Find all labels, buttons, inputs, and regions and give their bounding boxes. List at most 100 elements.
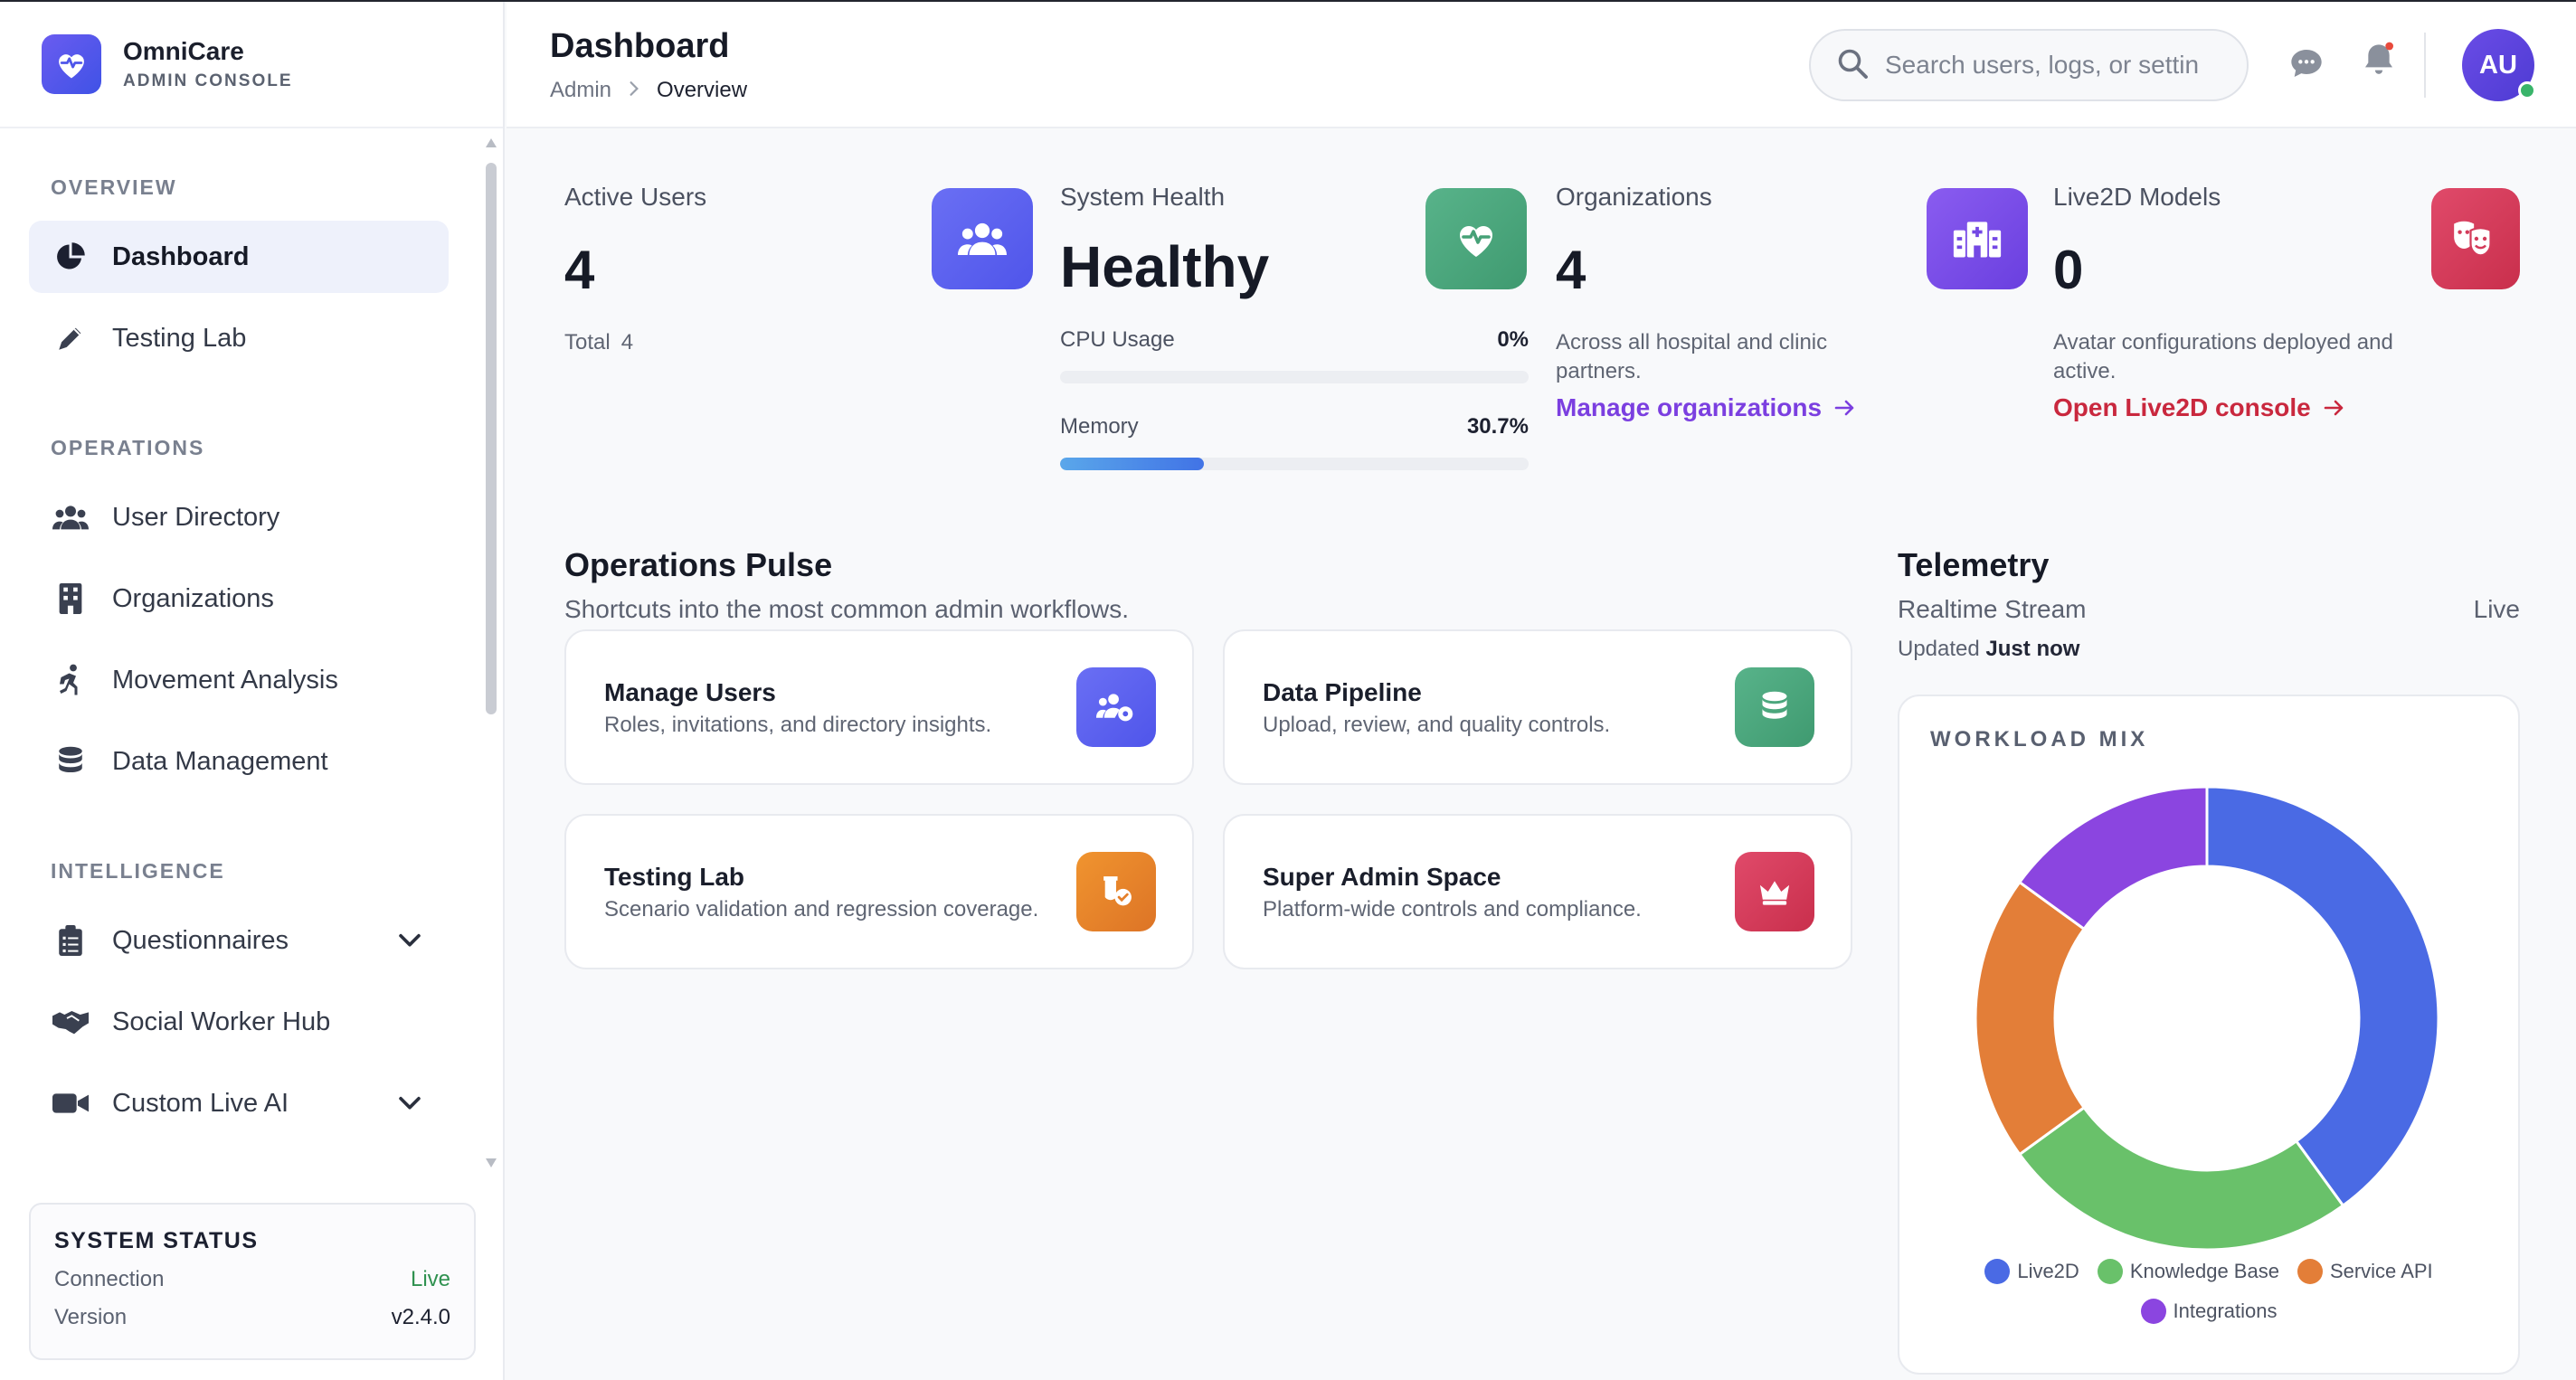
workload-mix-card: WORKLOAD MIX Live2D Knowledge Base Service… [1898,695,2520,1375]
status-connection-row: Connection Live [54,1267,450,1292]
users-icon [932,188,1033,289]
sidebar-item-label: Data Management [112,746,328,776]
sidebar-item-custom-live-ai[interactable]: Custom Live AI [29,1067,449,1139]
legend-item[interactable]: Live2D [1984,1259,2079,1284]
users-gear-icon [1076,667,1156,747]
scroll-up-arrow-icon[interactable] [485,137,497,148]
breadcrumb-admin[interactable]: Admin [550,78,611,103]
brand-name: OmniCare [123,37,244,65]
connection-value: Live [410,1267,450,1291]
scroll-thumb[interactable] [486,163,497,714]
breadcrumb-overview: Overview [657,78,748,102]
sidebar-item-user-directory[interactable]: User Directory [29,481,449,553]
search-icon [1836,47,1869,84]
total-value: 4 [620,330,634,354]
sidebar-item-label: Questionnaires [112,925,289,955]
op-card-description: Scenario validation and regression cover… [604,897,1039,922]
status-version-row: Version v2.4.0 [54,1305,450,1330]
chart-legend: Live2D Knowledge Base Service API Integrati… [1899,1259,2518,1338]
version-label: Version [54,1305,128,1329]
page-title: Dashboard [550,27,730,65]
cpu-bar [1060,371,1529,383]
memory-value: 30.7% [1466,414,1529,439]
legend-swatch [1984,1259,2011,1284]
legend-item[interactable]: Integrations [2140,1299,2277,1324]
sidebar-item-movement-analysis[interactable]: Movement Analysis [29,644,449,716]
pie-chart-icon [52,239,89,275]
sidebar-item-questionnaires[interactable]: Questionnaires [29,904,449,977]
donut-slice-live2d[interactable] [2205,785,2440,1208]
search-box[interactable] [1809,29,2249,101]
search-input[interactable] [1885,51,2247,80]
sidebar-item-social-worker-hub[interactable]: Social Worker Hub [29,986,449,1058]
handshake-icon [52,1004,89,1040]
donut-slice-service-api[interactable] [1974,880,2087,1157]
sidebar-nav: OVERVIEW Dashboard Testing Lab OPERATION… [0,128,488,1168]
pen-icon [52,320,89,356]
legend-item[interactable]: Knowledge Base [2097,1259,2279,1284]
legend-swatch [2097,1259,2123,1284]
manage-organizations-link[interactable]: Manage organizations [1556,393,2035,422]
telemetry-live-status: Live [2473,595,2520,623]
op-card-manage-users[interactable]: Manage Users Roles, invitations, and dir… [564,629,1194,785]
stat-description: Across all hospital and clinic partners. [1556,330,1828,383]
crown-icon [1735,852,1814,931]
stat-description: Avatar configurations deployed and activ… [2053,330,2393,383]
video-icon [52,1085,89,1121]
brand-subtitle: ADMIN CONSOLE [123,71,293,90]
workload-mix-title: WORKLOAD MIX [1930,727,2149,751]
sidebar-item-testing-lab[interactable]: Testing Lab [29,302,449,374]
memory-bar-fill [1060,458,1205,470]
op-card-title: Manage Users [604,678,776,706]
brand[interactable]: OmniCare ADMIN CONSOLE [0,2,503,128]
telemetry-stream: Realtime Stream [1898,595,2087,623]
chevron-right-icon [628,78,640,103]
updated-value: Just now [1985,637,2080,661]
op-card-testing-lab[interactable]: Testing Lab Scenario validation and regr… [564,814,1194,969]
legend-row: Integrations [1899,1299,2518,1324]
donut-slice-knowledge-base[interactable] [2017,1105,2345,1252]
sidebar-item-label: Custom Live AI [112,1088,289,1118]
op-card-data-pipeline[interactable]: Data Pipeline Upload, review, and qualit… [1223,629,1852,785]
chevron-down-icon[interactable] [394,924,425,959]
memory-label: Memory [1060,414,1139,439]
masks-icon [2431,188,2520,289]
sidebar-item-data-management[interactable]: Data Management [29,725,449,798]
vial-check-icon [1076,852,1156,931]
legend-label: Live2D [2017,1260,2079,1282]
avatar[interactable]: AU [2462,29,2536,101]
operations-subtitle: Shortcuts into the most common admin wor… [564,595,1130,623]
chevron-down-icon[interactable] [394,1087,425,1122]
breadcrumb: Admin Overview [550,78,747,103]
topbar: Dashboard Admin Overview AU [507,2,2576,128]
database-icon [52,743,89,780]
scroll-down-arrow-icon[interactable] [485,1158,497,1168]
topbar-divider [2424,33,2426,98]
arrow-right-icon [1834,400,1854,416]
op-card-description: Roles, invitations, and directory insigh… [604,713,992,737]
legend-item[interactable]: Service API [2297,1259,2433,1284]
chat-icon[interactable] [2288,45,2325,81]
cpu-value: 0% [1497,327,1529,352]
op-card-super-admin-space[interactable]: Super Admin Space Platform-wide controls… [1223,814,1852,969]
workload-donut-chart [1974,785,2440,1252]
users-icon [52,499,89,535]
legend-row: Live2D Knowledge Base Service API [1899,1259,2518,1284]
stat-active-users: Active Users 4 Total 4 [564,183,1035,508]
sidebar-item-organizations[interactable]: Organizations [29,562,449,635]
open-live2d-console-link[interactable]: Open Live2D console [2053,393,2524,422]
bell-icon[interactable] [2361,42,2397,78]
sidebar-item-dashboard[interactable]: Dashboard [29,221,449,293]
arrow-right-icon [2324,400,2344,416]
building-icon [52,581,89,617]
operations-title: Operations Pulse [564,546,833,583]
sidebar-scrollbar[interactable] [483,137,499,1168]
op-card-title: Testing Lab [604,863,745,891]
section-overview: OVERVIEW [51,175,177,199]
memory-bar [1060,458,1529,470]
running-icon [52,662,89,698]
op-card-description: Upload, review, and quality controls. [1263,713,1611,737]
avatar-initials: AU [2479,50,2517,80]
cpu-label: CPU Usage [1060,327,1175,352]
stat-system-health: System Health Healthy CPU Usage 0% Memor… [1060,183,1529,508]
